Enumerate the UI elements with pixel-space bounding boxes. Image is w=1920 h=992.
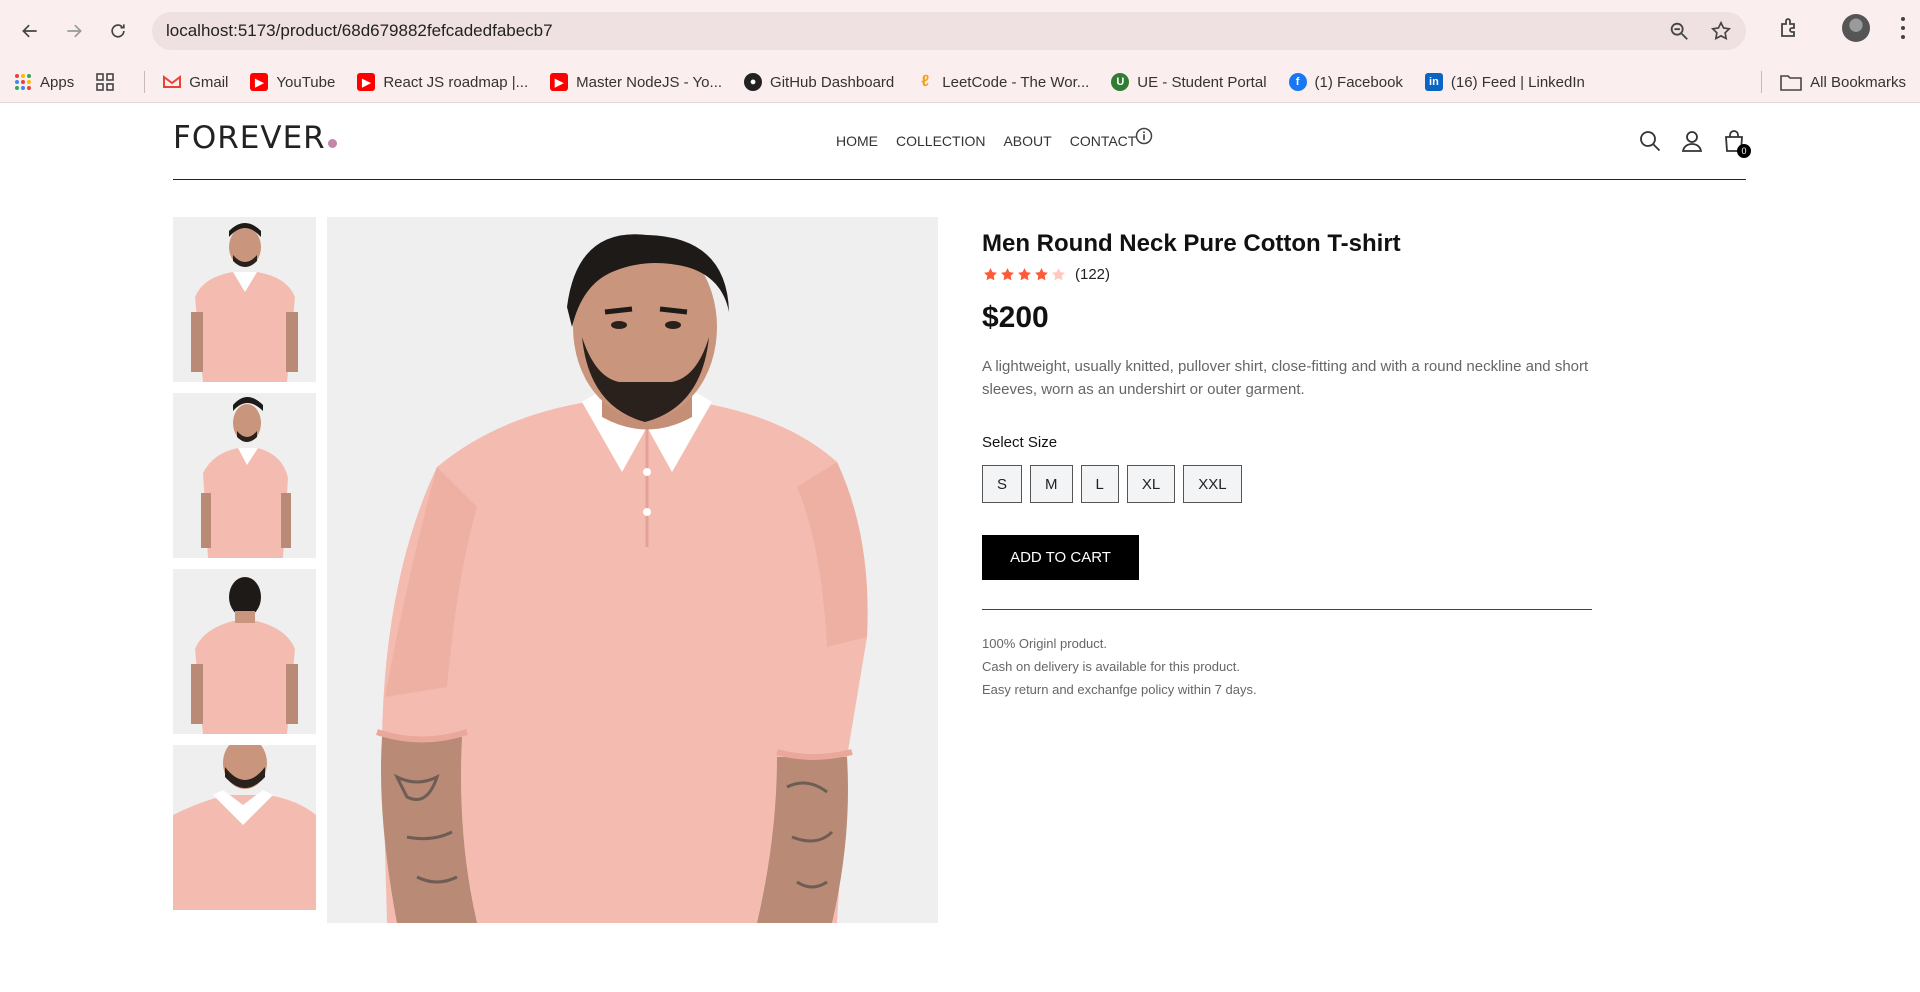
product-rating: (122) (982, 266, 1592, 283)
bookmark-label: React JS roadmap |... (383, 73, 529, 91)
size-s-button[interactable]: S (982, 465, 1023, 503)
bookmark-linkedin[interactable]: in (16) Feed | LinkedIn (1424, 73, 1585, 91)
bookmark-tab-groups[interactable] (96, 73, 122, 91)
star-filled-icon (1018, 268, 1031, 281)
bookmarks-separator (144, 71, 146, 93)
linkedin-icon: in (1424, 73, 1443, 91)
url-text[interactable]: localhost:5173/product/68d679882fefcaded… (166, 21, 1648, 41)
bookmark-youtube[interactable]: ▶ YouTube (250, 73, 335, 91)
select-size-label: Select Size (982, 434, 1058, 451)
back-button[interactable] (14, 15, 46, 47)
profile-icon[interactable] (1680, 129, 1704, 153)
note-original: 100% Originl product. (982, 636, 1108, 651)
apps-grid-icon (14, 73, 32, 91)
ue-icon: U (1111, 73, 1130, 91)
reload-button[interactable] (102, 15, 134, 47)
product-info: Men Round Neck Pure Cotton T-shirt (122)… (982, 217, 1592, 701)
site-logo[interactable]: FOREVER (173, 120, 337, 156)
profile-avatar[interactable] (1842, 14, 1870, 42)
info-divider (982, 609, 1592, 610)
folder-icon (1780, 75, 1802, 91)
address-bar[interactable]: localhost:5173/product/68d679882fefcaded… (152, 12, 1746, 145)
bookmark-react-roadmap[interactable]: ▶ React JS roadmap |... (357, 73, 528, 91)
nav-collection[interactable]: COLLECTION (896, 133, 985, 149)
leetcode-icon: ℓ (921, 73, 930, 90)
add-to-cart-button[interactable]: ADD TO CART (982, 535, 1139, 580)
product-main-image (327, 217, 938, 923)
bookmarks-bar: Apps Gmail ▶ YouTube ▶ React JS roadmap … (0, 62, 1920, 103)
size-xxl-button[interactable]: XXL (1183, 465, 1242, 503)
bookmark-label: GitHub Dashboard (770, 73, 895, 91)
note-return: Easy return and exchanfge policy within … (982, 682, 1257, 697)
search-icon[interactable] (1638, 129, 1662, 153)
logo-dot (327, 139, 337, 148)
thumbnail-image (173, 217, 316, 382)
nav-about[interactable]: ABOUT (1003, 133, 1051, 149)
zoom-icon[interactable] (1668, 20, 1690, 42)
bookmark-label: YouTube (276, 73, 336, 91)
arrow-left-icon (22, 24, 37, 38)
bookmark-apps[interactable]: Apps (14, 73, 74, 91)
size-options: S M L XL XXL (982, 465, 1592, 503)
extensions-icon[interactable] (1778, 16, 1802, 40)
bookmark-label: (1) Facebook (1314, 73, 1403, 91)
bookmarks-separator (1761, 71, 1763, 93)
cart-button[interactable]: 0 (1722, 129, 1751, 158)
nav-contact[interactable]: CONTACT (1070, 133, 1137, 149)
github-icon: ● (744, 73, 763, 91)
browser-toolbar: localhost:5173/product/68d679882fefcaded… (0, 0, 1920, 145)
star-filled-icon (984, 268, 997, 281)
product-thumbnail-side[interactable] (173, 393, 316, 558)
bookmark-label: Apps (40, 73, 75, 91)
product-notes: 100% Originl product. Cash on delivery i… (982, 632, 1592, 701)
star-filled-icon (1035, 268, 1048, 281)
note-cod: Cash on delivery is available for this p… (982, 659, 1240, 674)
bookmark-master-nodejs[interactable]: ▶ Master NodeJS - Yo... (550, 73, 722, 91)
bookmark-star-icon[interactable] (1710, 20, 1732, 42)
reload-icon (111, 24, 125, 38)
all-bookmarks-label: All Bookmarks (1810, 73, 1906, 91)
product-title: Men Round Neck Pure Cotton T-shirt (982, 230, 1401, 257)
youtube-icon: ▶ (357, 73, 376, 91)
star-filled-icon (1001, 268, 1014, 281)
star-empty-icon (1052, 268, 1065, 281)
size-l-button[interactable]: L (1080, 465, 1119, 503)
tab-grid-icon (96, 73, 115, 91)
size-xl-button[interactable]: XL (1126, 465, 1176, 503)
review-count: (122) (1075, 266, 1111, 283)
thumbnail-image (173, 393, 316, 558)
bookmark-label: (16) Feed | LinkedIn (1450, 73, 1585, 91)
thumbnail-list (173, 217, 316, 921)
browser-menu-button[interactable] (1900, 17, 1906, 39)
site-header: FOREVER HOME COLLECTION ABOUT CONTACT 0 (173, 103, 1751, 180)
youtube-icon: ▶ (550, 73, 569, 91)
arrow-right-icon (67, 24, 82, 38)
bookmark-leetcode[interactable]: ℓ LeetCode - The Wor... (916, 73, 1089, 91)
bookmark-gmail[interactable]: Gmail (163, 73, 228, 91)
cart-count-badge: 0 (1737, 144, 1751, 158)
thumbnail-image (173, 569, 316, 734)
main-nav: HOME COLLECTION ABOUT CONTACT (836, 133, 1136, 149)
nav-home[interactable]: HOME (836, 133, 878, 149)
bookmark-label: Gmail (189, 73, 229, 91)
forward-button[interactable] (58, 15, 90, 47)
bookmark-label: Master NodeJS - Yo... (576, 73, 723, 91)
facebook-icon: f (1288, 73, 1307, 91)
bookmark-ue-portal[interactable]: U UE - Student Portal (1111, 73, 1267, 91)
bookmark-facebook[interactable]: f (1) Facebook (1288, 73, 1403, 91)
thumbnail-image (173, 745, 316, 910)
product-price: $200 (982, 301, 1049, 334)
product-thumbnail-back[interactable] (173, 569, 316, 734)
product-thumbnail-closeup[interactable] (173, 745, 316, 910)
gmail-icon (163, 73, 182, 91)
bookmark-github[interactable]: ● GitHub Dashboard (744, 73, 894, 91)
bookmark-label: UE - Student Portal (1137, 73, 1267, 91)
product-description: A lightweight, usually knitted, pullover… (982, 358, 1589, 398)
youtube-icon: ▶ (250, 73, 269, 91)
product-photo (327, 217, 938, 923)
all-bookmarks-button[interactable]: All Bookmarks (1761, 71, 1906, 93)
bookmark-label: LeetCode - The Wor... (942, 73, 1090, 91)
size-m-button[interactable]: M (1030, 465, 1073, 503)
product-thumbnail-front[interactable] (173, 217, 316, 382)
